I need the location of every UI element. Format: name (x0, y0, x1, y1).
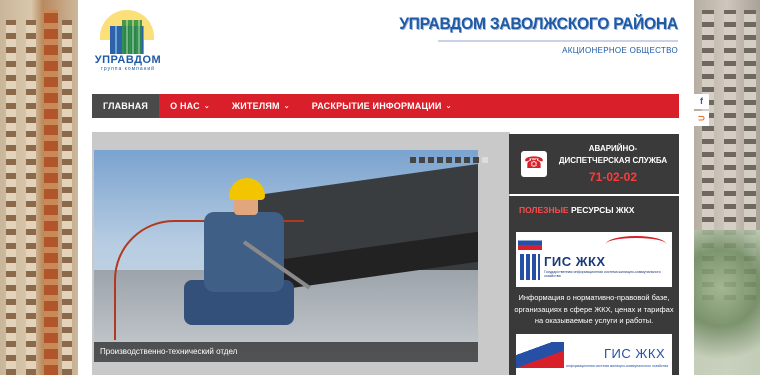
logo-subtitle: группа компаний (101, 66, 155, 72)
gis-description: Информация о нормативно-правовой базе, о… (514, 293, 674, 326)
building-stripe (44, 10, 58, 375)
chevron-down-icon: ⌄ (283, 103, 290, 110)
logo-building-icon (122, 20, 142, 54)
russia-flag-icon (516, 342, 564, 368)
phone-icon: ☎ (521, 151, 547, 177)
slider-dot[interactable] (428, 157, 434, 163)
rss-icon[interactable]: ⊃ (694, 111, 709, 126)
emergency-service-box: ☎ АВАРИЙНО- ДИСПЕТЧЕРСКАЯ СЛУЖБА 71-02-0… (509, 134, 679, 194)
nav-item-disclosure[interactable]: РАСКРЫТИЕ ИНФОРМАЦИИ ⌄ (301, 94, 463, 118)
slider-dot[interactable] (464, 157, 470, 163)
title-divider (438, 40, 678, 42)
slider-dot[interactable] (455, 157, 461, 163)
chevron-down-icon: ⌄ (203, 103, 210, 110)
resources-panel: ГИС ЖКХ Государственная информационная с… (509, 224, 679, 375)
logo-word: УПРАВДОМ (94, 54, 162, 66)
building-column (62, 20, 72, 375)
background-building-right (694, 0, 760, 375)
image-slider[interactable] (94, 150, 478, 362)
slider-dot[interactable] (419, 157, 425, 163)
site-title: УПРАВДОМ ЗАВОЛЖСКОГО РАЙОНА (399, 14, 678, 33)
background-building-left (0, 0, 78, 375)
building-column (26, 20, 36, 375)
gis-banner-title: ГИС ЖКХ (604, 346, 666, 361)
resources-header-rest: РЕСУРСЫ ЖКХ (568, 205, 635, 215)
slider-dot[interactable] (446, 157, 452, 163)
nav-item-label: ГЛАВНАЯ (103, 101, 149, 111)
nav-item-residents[interactable]: ЖИТЕЛЯМ ⌄ (221, 94, 301, 118)
gis-banner[interactable]: ГИС ЖКХ Государственная информационная с… (516, 232, 672, 287)
russia-flag-icon (518, 236, 542, 250)
slider-dot[interactable] (437, 157, 443, 163)
emergency-title-line2: ДИСПЕТЧЕРСКАЯ СЛУЖБА (558, 156, 668, 165)
emergency-title-line1: АВАРИЙНО- (588, 144, 638, 153)
page-container: УПРАВДОМ группа компаний УПРАВДОМ ЗАВОЛЖ… (78, 0, 709, 375)
background-tree (694, 230, 760, 375)
chevron-down-icon: ⌄ (445, 103, 452, 110)
resources-header-accent: ПОЛЕЗНЫЕ (519, 205, 569, 215)
emergency-phone[interactable]: 71-02-02 (553, 170, 673, 184)
nav-item-label: ЖИТЕЛЯМ (231, 101, 280, 111)
slider-dots (410, 157, 488, 163)
gis-banner-subtitle: информационная система жилищно-коммуналь… (566, 364, 669, 368)
site-subtitle: АКЦИОНЕРНОЕ ОБЩЕСТВО (562, 46, 678, 55)
resources-header: ПОЛЕЗНЫЕ РЕСУРСЫ ЖКХ (509, 196, 679, 224)
facebook-icon[interactable]: f (694, 94, 709, 109)
site-logo[interactable]: УПРАВДОМ группа компаний (92, 8, 162, 74)
building-column (6, 20, 16, 375)
gis-banner-secondary[interactable]: ГИС ЖКХ информационная система жилищно-к… (516, 334, 672, 375)
building-icon (520, 254, 540, 280)
nav-item-about[interactable]: О НАС ⌄ (159, 94, 221, 118)
nav-item-label: РАСКРЫТИЕ ИНФОРМАЦИИ (311, 101, 442, 111)
slide-worker (204, 212, 284, 292)
slider-dot[interactable] (482, 157, 488, 163)
slider-dot[interactable] (410, 157, 416, 163)
slider-dot[interactable] (473, 157, 479, 163)
slide-caption: Производственно-технический отдел (94, 342, 478, 362)
social-links: f ⊃ (694, 94, 712, 128)
nav-item-home[interactable]: ГЛАВНАЯ (92, 94, 160, 118)
swoosh-icon (606, 236, 666, 252)
nav-item-label: О НАС (170, 101, 200, 111)
main-nav: ГЛАВНАЯ О НАС ⌄ ЖИТЕЛЯМ ⌄ РАСКРЫТИЕ ИНФО… (92, 94, 679, 118)
gis-banner-title: ГИС ЖКХ (544, 254, 606, 269)
gis-banner-subtitle: Государственная информационная система ж… (544, 270, 661, 279)
